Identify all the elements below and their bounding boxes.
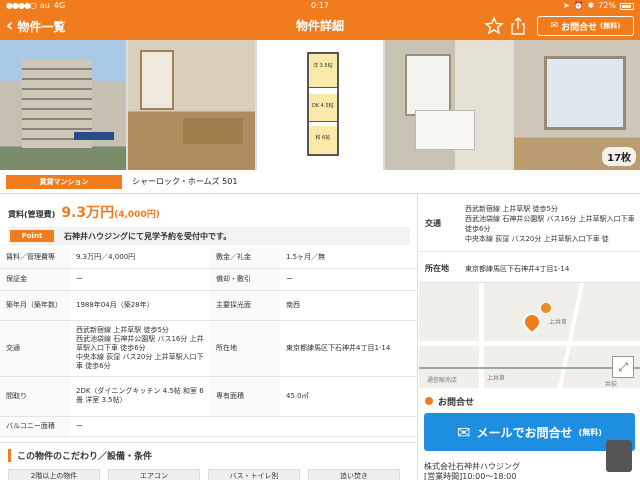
floor-plan-diagram: 洋 3.5帖 DK 4.5帖 和 6帖 (306, 52, 339, 156)
side-access-label: 交通 (425, 219, 441, 228)
spec-value: 2DK（ダイニングキッチン 4.5帖 和室 6畳 洋室 3.5帖） (70, 376, 210, 417)
table-row: 交通 西武新宿線 上井草駅 徒歩5分 西武池袋線 石神井公園駅 バス16分 上井草… (0, 320, 418, 377)
spec-value: ー (70, 268, 210, 291)
spec-value: 45.0㎡ (280, 376, 418, 417)
property-name: シャーロック・ホームズ 501 (132, 177, 238, 186)
spec-header: 専有面積 (210, 376, 280, 417)
features-section: この物件のこだわり／設備・条件 2階以上の物件 エアコン バス・トイレ別 追い焚… (0, 442, 418, 480)
map-label: 上井草 (549, 319, 568, 326)
map-label: 上井草 (487, 375, 506, 382)
photo-kitchen[interactable] (385, 40, 512, 170)
side-access-value: 西武新宿線 上井草駅 徒歩5分 西武池袋線 石神井公園駅 バス16分 上井草駅入… (465, 205, 635, 243)
share-icon[interactable] (510, 16, 526, 36)
table-row: バルコニー面積ー (0, 416, 418, 437)
photo-room[interactable] (128, 40, 255, 170)
table-row: 賃料／管理費等 9.3万円／4,000円 敷金／礼金 1.5ヶ月／無 (0, 248, 418, 269)
point-badge: Point (10, 230, 54, 242)
bluetooth-icon: ✱ (587, 1, 595, 10)
contact-button[interactable]: ✉ お問合せ (無料) (537, 16, 634, 36)
spec-header: 間取り (0, 376, 70, 417)
spec-header: バルコニー面積 (0, 416, 70, 437)
photo-window-room[interactable]: 17枚 (513, 40, 640, 170)
location-map[interactable]: 上井草 通信販売店 井荻 上井草 ⤢ (419, 283, 640, 388)
location-icon: ➤ (562, 1, 570, 10)
status-bar: ●●●●○ au 4G 0:17 ➤ ⏰ ✱ 72% (0, 0, 640, 12)
spec-header: 償却・敷引 (210, 268, 280, 291)
rent-value: 9.3万円(4,000円) (61, 202, 160, 222)
mail-icon: ✉ (550, 21, 559, 31)
spec-value: 西武新宿線 上井草駅 徒歩5分 西武池袋線 石神井公園駅 バス16分 上井草駅入… (70, 320, 210, 377)
spec-header: 所在地 (210, 320, 280, 377)
map-pin-icon (519, 309, 545, 335)
bullet-icon (425, 397, 433, 405)
spec-empty (210, 416, 280, 437)
side-address-label: 所在地 (425, 264, 449, 273)
status-time: 0:17 (311, 1, 329, 10)
side-access: 交通 西武新宿線 上井草駅 徒歩5分 西武池袋線 石神井公園駅 バス16分 上井… (419, 194, 640, 252)
spec-value: 南西 (280, 290, 418, 321)
mail-inquiry-button[interactable]: ✉ メールでお問合せ (無料) (424, 413, 635, 451)
spec-header: 築年月（築年数） (0, 290, 70, 321)
company-name: 株式会社石神井ハウジング (424, 462, 520, 471)
property-type-badge: 賃貸マンション (6, 174, 122, 189)
spec-table: 賃料／管理費等 9.3万円／4,000円 敷金／礼金 1.5ヶ月／無 保証金ー償却・敷… (0, 248, 418, 437)
phone-icon[interactable] (606, 440, 632, 472)
plan-room-label: DK 4.5帖 (308, 94, 337, 122)
map-expand-icon[interactable]: ⤢ (612, 356, 634, 378)
navigation-bar: ‹ 物件一覧 物件詳細 ✉ お問合せ (無料) (0, 12, 640, 40)
rent-amount: 9.3万円 (61, 205, 115, 221)
battery-icon (620, 2, 634, 10)
map-label: 井荻 (605, 381, 618, 388)
table-row: 築年月（築年数） 1988年04月（築28年） 主要採光面 南西 (0, 290, 418, 321)
inquiry-title: お問合せ (438, 397, 475, 408)
map-label: 通信販売店 (427, 377, 458, 384)
spec-value: 9.3万円／4,000円 (70, 248, 210, 269)
feature-tag[interactable]: 追い焚き (308, 469, 400, 480)
rent-summary: 賃料(管理費) 9.3万円(4,000円) (8, 202, 160, 222)
photo-floor-plan[interactable]: 洋 3.5帖 DK 4.5帖 和 6帖 (256, 40, 384, 170)
side-address-value: 東京都練馬区下石神井4丁目1-14 (465, 265, 570, 273)
contact-label: お問合せ (561, 22, 598, 33)
property-header: 賃貸マンション シャーロック・ホームズ 501 (0, 170, 640, 194)
favorite-star-icon[interactable] (484, 16, 504, 36)
feature-tags: 2階以上の物件 エアコン バス・トイレ別 追い焚き (8, 469, 400, 480)
mail-inquiry-label: メールでお問合せ (476, 425, 573, 440)
spec-header: 敷金／礼金 (210, 248, 280, 269)
feature-tag[interactable]: 2階以上の物件 (8, 469, 100, 480)
mail-icon: ✉ (457, 422, 471, 442)
plan-room-label: 和 6帖 (308, 126, 337, 154)
feature-tag[interactable]: エアコン (108, 469, 200, 480)
spec-value: 1.5ヶ月／無 (280, 248, 418, 269)
spec-value: 東京都練馬区下石神井4丁目1-14 (280, 320, 418, 377)
feature-tag[interactable]: バス・トイレ別 (208, 469, 300, 480)
spec-header: 交通 (0, 320, 70, 377)
spec-header: 保証金 (0, 268, 70, 291)
spec-value: ー (70, 416, 210, 437)
rent-fee: (4,000円) (114, 210, 160, 220)
contact-sub-label: (無料) (600, 22, 621, 30)
point-banner: Point 石神井ハウジングにて見学予約を受付中です。 (8, 227, 410, 245)
alarm-icon: ⏰ (573, 1, 584, 10)
map-poi-icon (541, 303, 551, 313)
table-row: 間取り 2DK（ダイニングキッチン 4.5帖 和室 6畳 洋室 3.5帖） 専有面積… (0, 376, 418, 417)
spec-value: 1988年04月（築28年） (70, 290, 210, 321)
inquiry-header: お問合せ (419, 392, 640, 410)
features-title: この物件のこだわり／設備・条件 (8, 449, 152, 462)
mail-inquiry-sub: (無料) (578, 427, 602, 437)
table-row: 保証金ー償却・敷引ー (0, 268, 418, 291)
spec-empty (280, 416, 418, 437)
rent-label: 賃料(管理費) (8, 210, 56, 219)
battery-percent: 72% (598, 1, 616, 10)
spec-header: 主要採光面 (210, 290, 280, 321)
plan-room-label: 洋 3.5帖 (308, 54, 337, 88)
company-hours: [営業時間]10:00～18:00 (424, 472, 517, 480)
spec-value: ー (280, 268, 418, 291)
point-text: 石神井ハウジングにて見学予約を受付中です。 (64, 231, 232, 241)
spec-header: 賃料／管理費等 (0, 248, 70, 269)
company-info: 株式会社石神井ハウジング [営業時間]10:00～18:00 (424, 462, 520, 480)
side-address: 所在地 東京都練馬区下石神井4丁目1-14 (419, 252, 640, 283)
photo-exterior[interactable] (0, 40, 127, 170)
photo-count-badge[interactable]: 17枚 (602, 147, 637, 166)
photo-gallery[interactable]: 洋 3.5帖 DK 4.5帖 和 6帖 17枚 (0, 40, 640, 170)
